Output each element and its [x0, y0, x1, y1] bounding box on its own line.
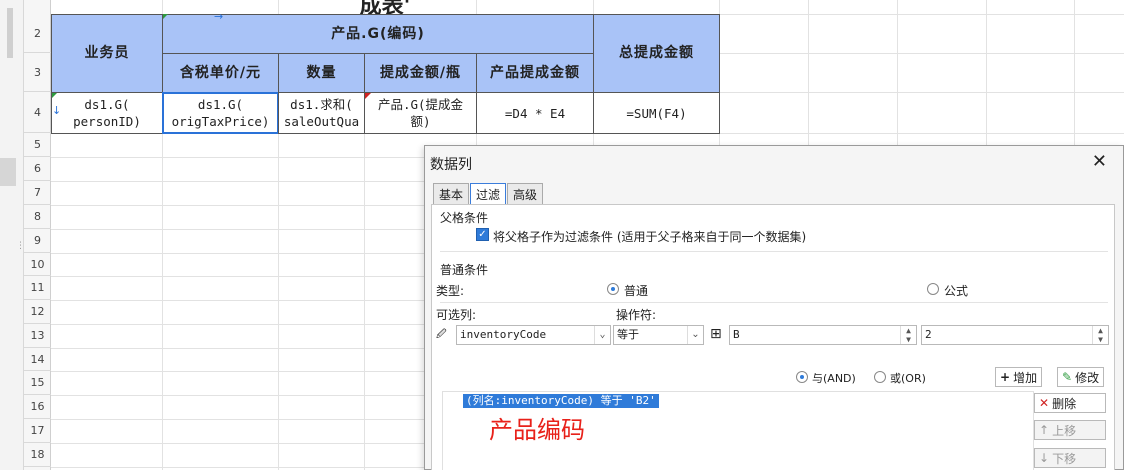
row-header[interactable]: 12: [24, 300, 51, 324]
header-product-commission[interactable]: 产品提成金额: [476, 53, 594, 93]
column-label: 可选列:: [436, 308, 477, 322]
text-type-icon: 🖉: [436, 329, 447, 340]
cell-f4-product-commission[interactable]: =D4 * E4: [476, 92, 594, 134]
normal-condition-label: 普通条件: [440, 263, 489, 277]
move-up-button[interactable]: ↑ 上移: [1034, 420, 1106, 440]
row-header[interactable]: 17: [24, 419, 51, 443]
delete-icon: ✕: [1039, 396, 1050, 410]
column-select[interactable]: inventoryCode ⌄: [456, 325, 611, 345]
dialog-tabs: 基本 过滤 高级: [433, 183, 544, 205]
operator-label: 操作符:: [616, 308, 657, 322]
tab-advanced[interactable]: 高级: [507, 183, 544, 204]
value-input-b[interactable]: B ▲ ▼: [729, 325, 917, 345]
filter-panel: 父格条件 ✓ 将父格子作为过滤条件 (适用于父子格来自于同一个数据集) 普通条件…: [431, 204, 1115, 470]
left-gutter: ⋮: [0, 0, 25, 470]
value-input-b-text: B: [733, 328, 740, 341]
column-picker-icon[interactable]: ⊞: [710, 326, 722, 342]
row-header[interactable]: 7: [24, 181, 51, 205]
cell-e4-commission-per-bottle[interactable]: 产品.G(提成金 额): [364, 92, 477, 134]
type-normal-label[interactable]: 普通: [624, 282, 648, 299]
header-commission-per-bottle[interactable]: 提成金额/瓶: [364, 53, 477, 93]
expand-marker-icon: [163, 14, 168, 19]
app-root: ⋮ 2 3 4 5 6 7 8 9 10 11 12 13 14 15 16 1…: [0, 0, 1124, 470]
row-header[interactable]: 18: [24, 443, 51, 467]
header-total-commission[interactable]: 总提成金额: [593, 14, 720, 93]
row-header[interactable]: 8: [24, 205, 51, 229]
data-column-dialog: 数据列 ✕ 基本 过滤 高级 父格条件 ✓ 将父格子作为过滤条件 (适用于父子格…: [424, 145, 1124, 470]
and-radio[interactable]: [796, 371, 808, 383]
comment-marker-icon: [365, 93, 371, 99]
operator-select-value: 等于: [617, 328, 639, 341]
annotation-text: 产品编码: [489, 416, 585, 444]
header-product-group[interactable]: 产品.G(编码): [162, 14, 594, 54]
move-down-button-label: 下移: [1052, 451, 1077, 466]
and-label[interactable]: 与(AND): [812, 370, 856, 386]
column-select-value: inventoryCode: [460, 328, 547, 341]
parent-filter-checkbox[interactable]: ✓: [476, 228, 489, 241]
add-button[interactable]: + 增加: [995, 367, 1043, 387]
row-header-column: 2 3 4 5 6 7 8 9 10 11 12 13 14 15 16 17 …: [24, 0, 51, 470]
row-header[interactable]: 16: [24, 395, 51, 419]
type-formula-radio[interactable]: [927, 283, 939, 295]
spinner-icon[interactable]: ▲ ▼: [900, 326, 916, 344]
row-header[interactable]: 2: [24, 14, 51, 53]
tab-basic[interactable]: 基本: [433, 183, 470, 204]
tab-filter[interactable]: 过滤: [470, 183, 507, 205]
row-header[interactable]: 3: [24, 53, 51, 92]
right-expand-arrow-icon: →: [214, 10, 224, 23]
delete-button-label: 删除: [1052, 396, 1077, 411]
spinner-icon[interactable]: ▲ ▼: [1092, 326, 1108, 344]
row-header[interactable]: 14: [24, 348, 51, 371]
arrow-up-icon: ↑: [1039, 423, 1050, 437]
parent-filter-checkbox-label[interactable]: 将父格子作为过滤条件 (适用于父子格来自于同一个数据集): [493, 228, 806, 245]
vertical-scrollbar-thumb[interactable]: [7, 8, 13, 58]
type-label: 类型:: [436, 284, 465, 298]
header-salesman[interactable]: 业务员: [51, 14, 163, 93]
row-header[interactable]: 6: [24, 157, 51, 181]
row-header[interactable]: 9: [24, 229, 51, 253]
down-expand-arrow-icon: ↓: [52, 104, 62, 117]
or-radio[interactable]: [874, 371, 886, 383]
condition-item[interactable]: (列名:inventoryCode) 等于 'B2': [463, 394, 659, 408]
row-header[interactable]: 5: [24, 133, 51, 157]
row-header[interactable]: 15: [24, 371, 51, 395]
modify-button-label: 修改: [1075, 370, 1100, 385]
cell-b4-salesman[interactable]: ds1.G( personID): [51, 92, 163, 134]
row-header[interactable]: 13: [24, 324, 51, 348]
close-icon[interactable]: ✕: [1092, 151, 1107, 172]
report-title[interactable]: 成表': [51, 0, 719, 14]
dialog-title: 数据列: [430, 157, 472, 173]
operator-select[interactable]: 等于 ⌄: [613, 325, 704, 345]
plus-icon: +: [1000, 370, 1011, 384]
cell-c4-unit-price[interactable]: ds1.G( origTaxPrice): [162, 92, 279, 134]
type-normal-radio[interactable]: [607, 283, 619, 295]
move-up-button-label: 上移: [1052, 423, 1077, 438]
expand-marker-icon: [52, 93, 57, 98]
add-button-label: 增加: [1013, 370, 1038, 385]
type-formula-label[interactable]: 公式: [944, 282, 968, 299]
move-down-button[interactable]: ↓ 下移: [1034, 448, 1106, 468]
delete-button[interactable]: ✕ 删除: [1034, 393, 1106, 413]
header-unit-price[interactable]: 含税单价/元: [162, 53, 279, 93]
panel-splitter[interactable]: [0, 158, 16, 186]
drag-grip-icon[interactable]: ⋮: [16, 240, 25, 252]
cell-d4-quantity[interactable]: ds1.求和( saleOutQua: [278, 92, 365, 134]
arrow-down-icon: ↓: [1039, 451, 1050, 465]
or-label[interactable]: 或(OR): [890, 370, 926, 386]
edit-icon: ✎: [1062, 370, 1073, 384]
modify-button[interactable]: ✎ 修改: [1057, 367, 1105, 387]
row-header[interactable]: 4: [24, 92, 51, 133]
row-header[interactable]: 10: [24, 253, 51, 276]
header-quantity[interactable]: 数量: [278, 53, 365, 93]
chevron-down-icon: ⌄: [594, 326, 610, 344]
chevron-down-icon: ⌄: [687, 326, 703, 344]
cell-g4-total-commission[interactable]: =SUM(F4): [593, 92, 720, 134]
value-input-2-text: 2: [925, 328, 932, 341]
value-input-2[interactable]: 2 ▲ ▼: [921, 325, 1109, 345]
row-header[interactable]: 11: [24, 276, 51, 300]
parent-condition-label: 父格条件: [440, 211, 489, 225]
condition-list[interactable]: (列名:inventoryCode) 等于 'B2' 产品编码: [442, 391, 1034, 470]
